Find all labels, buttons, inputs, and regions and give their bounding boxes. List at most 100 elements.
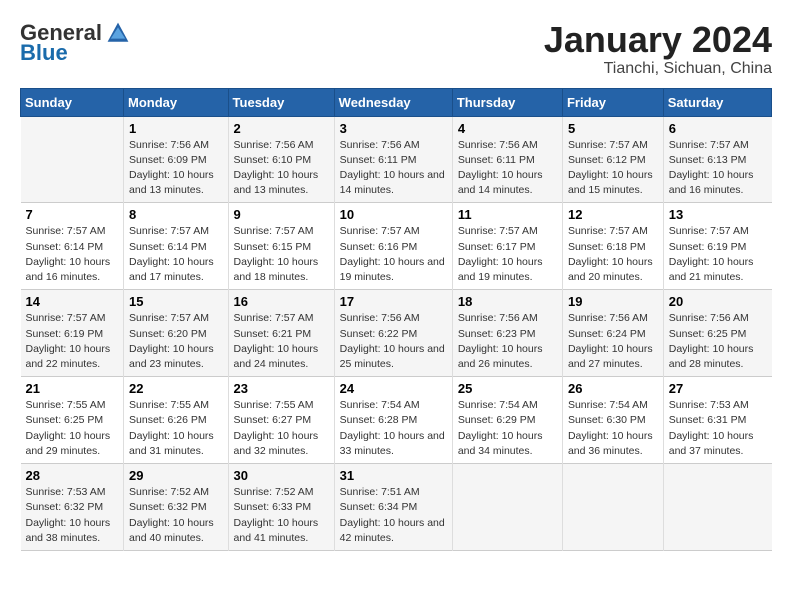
day-number: 14 [26, 294, 119, 309]
day-info: Sunrise: 7:54 AMSunset: 6:30 PMDaylight:… [568, 398, 658, 459]
day-number: 18 [458, 294, 557, 309]
day-number: 21 [26, 381, 119, 396]
calendar-cell: 7Sunrise: 7:57 AMSunset: 6:14 PMDaylight… [21, 203, 124, 290]
day-number: 4 [458, 121, 557, 136]
day-number: 3 [340, 121, 447, 136]
day-info: Sunrise: 7:56 AMSunset: 6:24 PMDaylight:… [568, 311, 658, 372]
day-number: 9 [234, 207, 329, 222]
day-info: Sunrise: 7:57 AMSunset: 6:19 PMDaylight:… [26, 311, 119, 372]
day-info: Sunrise: 7:52 AMSunset: 6:32 PMDaylight:… [129, 485, 223, 546]
day-number: 28 [26, 468, 119, 483]
day-info: Sunrise: 7:55 AMSunset: 6:27 PMDaylight:… [234, 398, 329, 459]
day-number: 19 [568, 294, 658, 309]
day-info: Sunrise: 7:57 AMSunset: 6:19 PMDaylight:… [669, 224, 767, 285]
day-number: 27 [669, 381, 767, 396]
calendar-row: 1 Sunrise: 7:56 AMSunset: 6:09 PMDaylight… [21, 116, 772, 203]
day-info: Sunrise: 7:53 AMSunset: 6:32 PMDaylight:… [26, 485, 119, 546]
calendar-cell: 10 Sunrise: 7:57 AMSunset: 6:16 PMDayligh… [334, 203, 452, 290]
day-number: 20 [669, 294, 767, 309]
calendar-cell: 21 Sunrise: 7:55 AMSunset: 6:25 PMDayligh… [21, 377, 124, 464]
day-number: 6 [669, 121, 767, 136]
day-number: 8 [129, 207, 223, 222]
calendar-cell: 31 Sunrise: 7:51 AMSunset: 6:34 PMDayligh… [334, 464, 452, 551]
calendar-cell: 13 Sunrise: 7:57 AMSunset: 6:19 PMDayligh… [663, 203, 771, 290]
calendar-cell: 2 Sunrise: 7:56 AMSunset: 6:10 PMDaylight… [228, 116, 334, 203]
calendar-row: 28 Sunrise: 7:53 AMSunset: 6:32 PMDayligh… [21, 464, 772, 551]
calendar-cell [562, 464, 663, 551]
calendar-cell: 5 Sunrise: 7:57 AMSunset: 6:12 PMDaylight… [562, 116, 663, 203]
calendar-row: 7Sunrise: 7:57 AMSunset: 6:14 PMDaylight… [21, 203, 772, 290]
logo-blue: Blue [20, 40, 68, 66]
calendar-cell: 17Sunrise: 7:56 AMSunset: 6:22 PMDayligh… [334, 290, 452, 377]
calendar-cell: 9 Sunrise: 7:57 AMSunset: 6:15 PMDaylight… [228, 203, 334, 290]
calendar-cell: 22 Sunrise: 7:55 AMSunset: 6:26 PMDayligh… [124, 377, 229, 464]
calendar-cell: 27 Sunrise: 7:53 AMSunset: 6:31 PMDayligh… [663, 377, 771, 464]
day-number: 1 [129, 121, 223, 136]
calendar-cell: 15Sunrise: 7:57 AMSunset: 6:20 PMDayligh… [124, 290, 229, 377]
day-number: 16 [234, 294, 329, 309]
weekday-header: Wednesday [334, 88, 452, 116]
weekday-header: Friday [562, 88, 663, 116]
day-number: 31 [340, 468, 447, 483]
calendar-cell: 3 Sunrise: 7:56 AMSunset: 6:11 PMDaylight… [334, 116, 452, 203]
calendar-cell: 24 Sunrise: 7:54 AMSunset: 6:28 PMDayligh… [334, 377, 452, 464]
day-number: 23 [234, 381, 329, 396]
day-number: 11 [458, 207, 557, 222]
calendar-cell [452, 464, 562, 551]
day-info: Sunrise: 7:56 AMSunset: 6:10 PMDaylight:… [234, 138, 329, 199]
calendar-table: SundayMondayTuesdayWednesdayThursdayFrid… [20, 88, 772, 551]
day-number: 5 [568, 121, 658, 136]
calendar-cell: 19 Sunrise: 7:56 AMSunset: 6:24 PMDayligh… [562, 290, 663, 377]
calendar-cell: 20 Sunrise: 7:56 AMSunset: 6:25 PMDayligh… [663, 290, 771, 377]
day-info: Sunrise: 7:57 AMSunset: 6:16 PMDaylight:… [340, 224, 447, 285]
weekday-header: Saturday [663, 88, 771, 116]
calendar-cell: 6Sunrise: 7:57 AMSunset: 6:13 PMDaylight… [663, 116, 771, 203]
day-info: Sunrise: 7:55 AMSunset: 6:25 PMDaylight:… [26, 398, 119, 459]
calendar-cell: 30 Sunrise: 7:52 AMSunset: 6:33 PMDayligh… [228, 464, 334, 551]
day-info: Sunrise: 7:57 AMSunset: 6:12 PMDaylight:… [568, 138, 658, 199]
page-header: General Blue January 2024 Tianchi, Sichu… [20, 20, 772, 78]
day-info: Sunrise: 7:56 AMSunset: 6:11 PMDaylight:… [458, 138, 557, 199]
day-info: Sunrise: 7:56 AMSunset: 6:09 PMDaylight:… [129, 138, 223, 199]
day-number: 2 [234, 121, 329, 136]
weekday-header: Sunday [21, 88, 124, 116]
day-info: Sunrise: 7:52 AMSunset: 6:33 PMDaylight:… [234, 485, 329, 546]
title-area: January 2024 Tianchi, Sichuan, China [544, 20, 772, 78]
weekday-header: Monday [124, 88, 229, 116]
month-title: January 2024 [544, 20, 772, 60]
calendar-cell: 8 Sunrise: 7:57 AMSunset: 6:14 PMDaylight… [124, 203, 229, 290]
day-number: 12 [568, 207, 658, 222]
day-number: 22 [129, 381, 223, 396]
day-info: Sunrise: 7:51 AMSunset: 6:34 PMDaylight:… [340, 485, 447, 546]
logo-icon [106, 21, 130, 45]
calendar-cell: 25 Sunrise: 7:54 AMSunset: 6:29 PMDayligh… [452, 377, 562, 464]
day-number: 25 [458, 381, 557, 396]
day-info: Sunrise: 7:55 AMSunset: 6:26 PMDaylight:… [129, 398, 223, 459]
weekday-header-row: SundayMondayTuesdayWednesdayThursdayFrid… [21, 88, 772, 116]
day-number: 24 [340, 381, 447, 396]
calendar-cell: 26Sunrise: 7:54 AMSunset: 6:30 PMDayligh… [562, 377, 663, 464]
day-info: Sunrise: 7:56 AMSunset: 6:23 PMDaylight:… [458, 311, 557, 372]
calendar-cell: 23 Sunrise: 7:55 AMSunset: 6:27 PMDayligh… [228, 377, 334, 464]
day-info: Sunrise: 7:56 AMSunset: 6:25 PMDaylight:… [669, 311, 767, 372]
day-info: Sunrise: 7:57 AMSunset: 6:18 PMDaylight:… [568, 224, 658, 285]
day-info: Sunrise: 7:54 AMSunset: 6:28 PMDaylight:… [340, 398, 447, 459]
day-info: Sunrise: 7:57 AMSunset: 6:15 PMDaylight:… [234, 224, 329, 285]
weekday-header: Thursday [452, 88, 562, 116]
location-title: Tianchi, Sichuan, China [544, 60, 772, 78]
day-number: 10 [340, 207, 447, 222]
calendar-row: 14 Sunrise: 7:57 AMSunset: 6:19 PMDayligh… [21, 290, 772, 377]
day-number: 13 [669, 207, 767, 222]
day-info: Sunrise: 7:53 AMSunset: 6:31 PMDaylight:… [669, 398, 767, 459]
day-info: Sunrise: 7:57 AMSunset: 6:14 PMDaylight:… [129, 224, 223, 285]
day-info: Sunrise: 7:54 AMSunset: 6:29 PMDaylight:… [458, 398, 557, 459]
day-number: 30 [234, 468, 329, 483]
day-info: Sunrise: 7:57 AMSunset: 6:17 PMDaylight:… [458, 224, 557, 285]
calendar-cell: 4 Sunrise: 7:56 AMSunset: 6:11 PMDaylight… [452, 116, 562, 203]
calendar-cell: 29Sunrise: 7:52 AMSunset: 6:32 PMDayligh… [124, 464, 229, 551]
calendar-cell: 28 Sunrise: 7:53 AMSunset: 6:32 PMDayligh… [21, 464, 124, 551]
day-info: Sunrise: 7:56 AMSunset: 6:11 PMDaylight:… [340, 138, 447, 199]
calendar-cell [663, 464, 771, 551]
calendar-cell: 14 Sunrise: 7:57 AMSunset: 6:19 PMDayligh… [21, 290, 124, 377]
day-number: 15 [129, 294, 223, 309]
